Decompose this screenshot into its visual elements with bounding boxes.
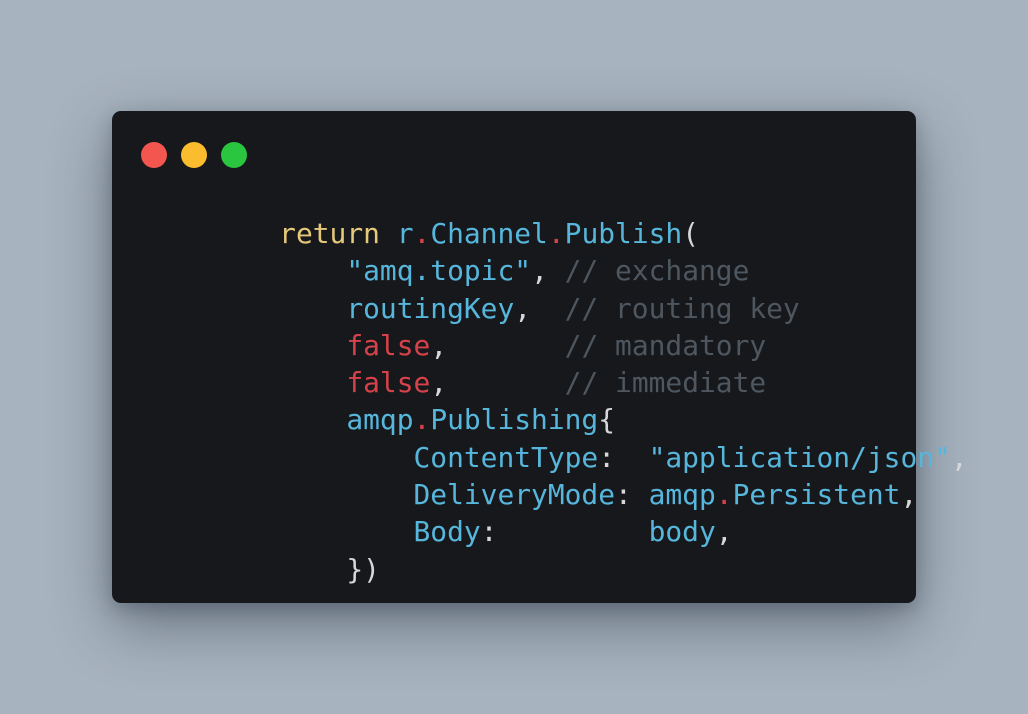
- code-token-comment: // routing key: [564, 291, 800, 325]
- code-token-identifier: amqp: [346, 403, 414, 437]
- minimize-dot-icon[interactable]: [181, 142, 207, 168]
- code-token-operator: .: [413, 217, 431, 250]
- code-token-punctuation: :: [598, 440, 649, 474]
- code-token-punctuation: :: [615, 478, 649, 512]
- code-line: ContentType: "application/json",: [212, 439, 968, 476]
- window-controls: [141, 142, 247, 168]
- code-token-punctuation: ,: [900, 478, 918, 512]
- code-token-punctuation: {: [598, 403, 616, 437]
- close-dot-icon[interactable]: [141, 142, 167, 168]
- code-token-punctuation: ,: [715, 515, 733, 549]
- code-token-punctuation: :: [480, 515, 649, 549]
- code-token-identifier: amqp: [648, 478, 716, 512]
- code-token-comment: // immediate: [564, 366, 767, 400]
- code-token-operator: .: [413, 403, 431, 437]
- code-token-identifier: Persistent: [732, 478, 901, 512]
- code-token-boolean: false: [346, 366, 431, 400]
- code-line: return r.Channel.Publish(: [212, 215, 968, 252]
- code-token-punctuation: [212, 515, 414, 548]
- code-token-keyword: return: [279, 217, 380, 250]
- code-token-punctuation: ,: [531, 254, 565, 288]
- code-token-boolean: false: [346, 328, 431, 362]
- code-line: }): [212, 551, 968, 588]
- code-token-punctuation: [212, 478, 414, 511]
- code-token-punctuation: ,: [514, 291, 565, 325]
- code-line: false, // immediate: [212, 364, 968, 401]
- code-line: DeliveryMode: amqp.Persistent,: [212, 476, 968, 513]
- code-block: return r.Channel.Publish( "amq.topic", /…: [212, 215, 968, 588]
- code-token-punctuation: (: [682, 217, 699, 250]
- code-token-punctuation: ,: [430, 328, 565, 362]
- code-token-string: "amq.topic": [346, 254, 532, 288]
- maximize-dot-icon[interactable]: [221, 142, 247, 168]
- code-token-punctuation: [212, 403, 346, 436]
- code-token-punctuation: [212, 441, 414, 474]
- code-line: routingKey, // routing key: [212, 290, 968, 327]
- code-token-punctuation: [380, 217, 397, 250]
- code-window: return r.Channel.Publish( "amq.topic", /…: [112, 111, 968, 603]
- code-line: "amq.topic", // exchange: [212, 252, 968, 289]
- code-token-punctuation: ,: [950, 440, 968, 474]
- code-token-identifier: Publishing: [430, 403, 599, 437]
- code-token-comment: // mandatory: [564, 328, 767, 362]
- code-token-punctuation: ,: [430, 366, 565, 400]
- code-token-identifier: Body: [413, 515, 481, 549]
- code-line: Body: body,: [212, 513, 968, 550]
- code-token-identifier: Publish: [564, 217, 683, 250]
- code-token-punctuation: }): [346, 552, 380, 586]
- code-token-identifier: routingKey: [346, 291, 515, 325]
- code-token-identifier: body: [648, 515, 716, 549]
- code-token-punctuation: [212, 366, 346, 399]
- code-token-identifier: ContentType: [413, 440, 599, 474]
- code-token-identifier: DeliveryMode: [413, 478, 616, 512]
- code-line: false, // mandatory: [212, 327, 968, 364]
- code-token-identifier: Channel: [430, 217, 548, 250]
- code-token-punctuation: [212, 254, 346, 287]
- code-token-comment: // exchange: [564, 254, 750, 288]
- code-token-punctuation: [212, 329, 346, 362]
- code-token-punctuation: [212, 553, 346, 586]
- code-token-punctuation: [212, 292, 346, 325]
- code-token-punctuation: [212, 217, 279, 250]
- code-token-identifier: r: [396, 217, 414, 250]
- code-token-operator: .: [715, 478, 733, 512]
- code-token-string: "application/json": [648, 440, 951, 474]
- code-token-operator: .: [547, 217, 565, 250]
- code-line: amqp.Publishing{: [212, 401, 968, 438]
